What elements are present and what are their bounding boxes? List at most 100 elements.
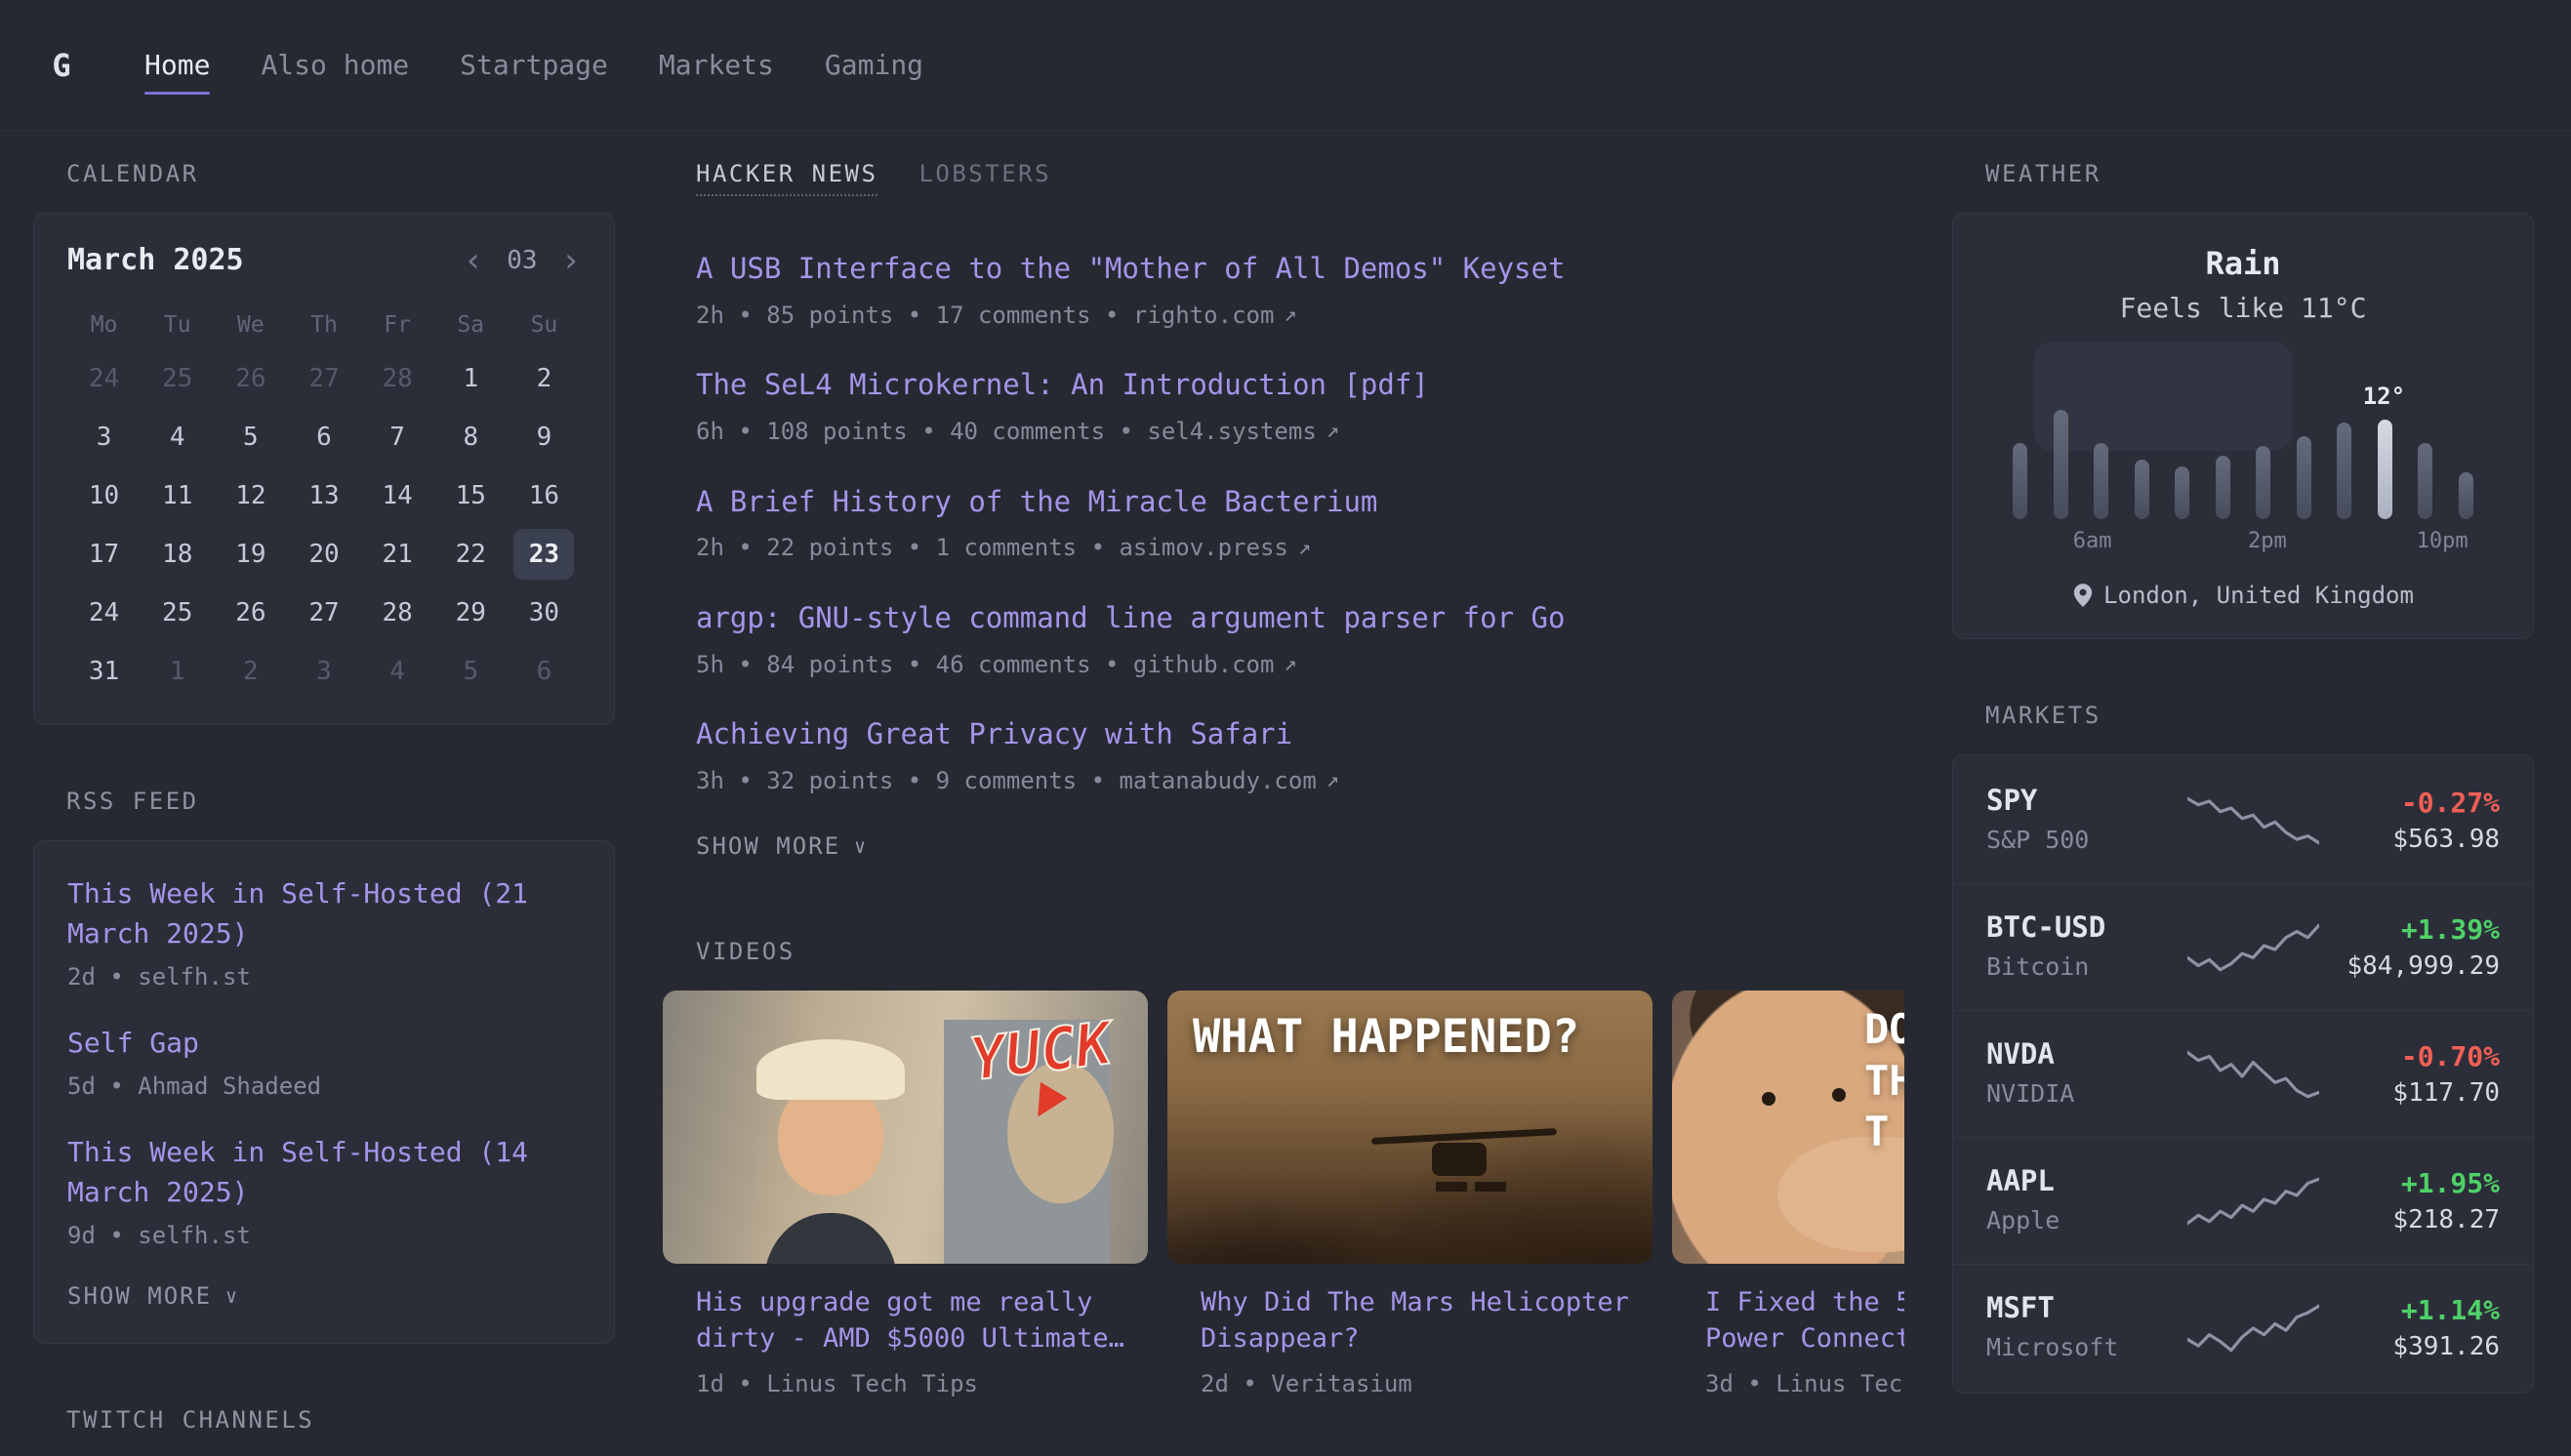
market-row[interactable]: SPY S&P 500 -0.27% $563.98 — [1953, 757, 2533, 883]
calendar-weekday: Mo — [67, 312, 141, 338]
weather-bar[interactable] — [2243, 353, 2284, 519]
news-item-title[interactable]: Achieving Great Privacy with Safari — [696, 716, 1292, 753]
calendar-day: 4 — [367, 646, 428, 697]
market-price: $391.26 — [2319, 1332, 2500, 1361]
news-item-meta-text: 5h • 84 points • 46 comments • github.co… — [696, 649, 1274, 682]
video-thumbnail[interactable]: YUCK — [663, 991, 1148, 1264]
market-symbol-block: SPY S&P 500 — [1986, 784, 2187, 857]
news-item-title[interactable]: argp: GNU-style command line argument pa… — [696, 600, 1565, 637]
news-show-more-button[interactable]: SHOW MORE ∨ — [696, 832, 1904, 860]
calendar-day: 2 — [513, 353, 574, 404]
market-ticker: BTC-USD — [1986, 910, 2187, 944]
rss-item-title[interactable]: This Week in Self-Hosted (14 March 2025) — [67, 1133, 581, 1212]
videos-heading: VIDEOS — [696, 938, 1904, 965]
calendar-weekday: Su — [508, 312, 581, 338]
rss-item-title[interactable]: This Week in Self-Hosted (21 March 2025) — [67, 874, 581, 953]
calendar-day: 12 — [221, 470, 281, 521]
market-row[interactable]: NVDA NVIDIA -0.70% $117.70 — [1953, 1010, 2533, 1137]
market-change: +1.39% — [2319, 913, 2500, 946]
market-sparkline — [2187, 793, 2319, 848]
calendar-day: 29 — [440, 587, 501, 638]
video-thumbnail[interactable]: WHAT HAPPENED? — [1167, 991, 1653, 1264]
weather-bar[interactable] — [2324, 353, 2365, 519]
calendar-day: 19 — [221, 529, 281, 580]
weather-bar[interactable] — [2446, 353, 2487, 519]
news-item-meta-text: 6h • 108 points • 40 comments • sel4.sys… — [696, 416, 1317, 449]
calendar-weekday: We — [214, 312, 287, 338]
weather-bar[interactable] — [2081, 353, 2122, 519]
external-link-icon: ↗ — [1326, 417, 1339, 447]
market-ticker: MSFT — [1986, 1291, 2187, 1324]
market-ticker: AAPL — [1986, 1164, 2187, 1197]
video-title[interactable]: Why Did The Mars Helicopter Disappear? — [1201, 1285, 1653, 1356]
twitch-heading: TWITCH CHANNELS — [66, 1406, 615, 1434]
market-row[interactable]: BTC-USD Bitcoin +1.39% $84,999.29 — [1953, 883, 2533, 1010]
calendar-day: 24 — [74, 353, 135, 404]
market-row[interactable]: MSFT Microsoft +1.14% $391.26 — [1953, 1264, 2533, 1391]
weather-bar[interactable] — [2000, 353, 2041, 519]
weather-bar[interactable] — [2203, 353, 2244, 519]
news-item-title[interactable]: A Brief History of the Miracle Bacterium — [696, 484, 1377, 521]
weather-bar[interactable] — [2284, 353, 2325, 519]
news-show-more-label: SHOW MORE — [696, 832, 840, 860]
dashboard: CALENDAR March 2025 ‹ 03 › MoTuWeThFrSaS… — [0, 131, 2571, 1456]
market-name: NVIDIA — [1986, 1076, 2187, 1111]
calendar-day: 15 — [440, 470, 501, 521]
external-link-icon: ↗ — [1284, 650, 1296, 680]
weather-bars — [2000, 353, 2486, 519]
video-card: DO TH T I Fixed the 5 Power Connect 3d •… — [1672, 991, 1904, 1400]
weather-bar[interactable] — [2122, 353, 2163, 519]
markets-widget: SPY S&P 500 -0.27% $563.98 BTC-USD Bitco… — [1952, 754, 2534, 1394]
nav-tab[interactable]: Startpage — [460, 33, 608, 97]
news-item-meta-text: 2h • 22 points • 1 comments • asimov.pre… — [696, 532, 1288, 565]
weather-bar[interactable] — [2162, 353, 2203, 519]
market-change: +1.95% — [2319, 1167, 2500, 1199]
calendar-prev-button[interactable]: ‹ — [464, 244, 483, 277]
news-item-title[interactable]: The SeL4 Microkernel: An Introduction [p… — [696, 367, 1429, 404]
calendar-day: 3 — [294, 646, 354, 697]
calendar-day: 9 — [513, 412, 574, 463]
external-link-icon: ↗ — [1298, 534, 1311, 564]
calendar-day: 18 — [147, 529, 208, 580]
calendar-day: 26 — [221, 587, 281, 638]
rss-item: This Week in Self-Hosted (14 March 2025)… — [67, 1133, 581, 1253]
nav-tab[interactable]: Home — [144, 33, 210, 97]
news-tab[interactable]: HACKER NEWS — [696, 160, 877, 196]
nav-tab[interactable]: Also home — [261, 33, 409, 97]
calendar-day: 11 — [147, 470, 208, 521]
weather-bar[interactable] — [2041, 353, 2082, 519]
video-meta: 1d • Linus Tech Tips — [696, 1368, 1148, 1401]
news-item-meta-text: 2h • 85 points • 17 comments • righto.co… — [696, 300, 1274, 333]
nav-tab[interactable]: Gaming — [825, 33, 923, 97]
nav-tabs: Home Also home Startpage Markets Gaming — [144, 33, 923, 97]
calendar-day: 2 — [221, 646, 281, 697]
video-title[interactable]: His upgrade got me really dirty - AMD $5… — [696, 1285, 1148, 1356]
calendar-day: 23 — [513, 529, 574, 580]
video-thumbnail[interactable]: DO TH T — [1672, 991, 1904, 1264]
market-price: $218.27 — [2319, 1205, 2500, 1234]
weather-bar[interactable] — [2405, 353, 2446, 519]
video-title[interactable]: I Fixed the 5 Power Connect — [1705, 1285, 1904, 1356]
news-tab[interactable]: LOBSTERS — [918, 160, 1051, 196]
video-meta: 3d • Linus Tech Tips — [1705, 1368, 1904, 1401]
market-row[interactable]: AAPL Apple +1.95% $218.27 — [1953, 1137, 2533, 1264]
calendar-next-button[interactable]: › — [561, 244, 581, 277]
weather-bar[interactable] — [2365, 353, 2406, 519]
left-column: CALENDAR March 2025 ‹ 03 › MoTuWeThFrSaS… — [33, 160, 615, 1456]
news-item-title[interactable]: A USB Interface to the "Mother of All De… — [696, 251, 1565, 288]
rss-item-title[interactable]: Self Gap — [67, 1024, 581, 1064]
weather-time-label: 2pm — [2248, 529, 2287, 553]
rss-item: Self Gap 5d • Ahmad Shadeed — [67, 1024, 581, 1104]
external-link-icon: ↗ — [1326, 766, 1339, 796]
news-item-meta: 2h • 22 points • 1 comments • asimov.pre… — [696, 532, 1904, 565]
calendar-day: 7 — [367, 412, 428, 463]
market-price: $84,999.29 — [2319, 951, 2500, 981]
weather-time-labels: 6am 2pm 10pm — [2000, 525, 2486, 554]
chevron-down-icon: ∨ — [225, 1284, 239, 1308]
news-tabs: HACKER NEWS LOBSTERS — [663, 160, 1904, 196]
thumbnail-overlay-text: WHAT HAPPENED? — [1193, 1010, 1579, 1064]
app-logo[interactable]: G — [33, 37, 90, 94]
rss-show-more-button[interactable]: SHOW MORE ∨ — [67, 1282, 581, 1310]
news-item-meta: 2h • 85 points • 17 comments • righto.co… — [696, 300, 1904, 333]
nav-tab[interactable]: Markets — [659, 33, 774, 97]
